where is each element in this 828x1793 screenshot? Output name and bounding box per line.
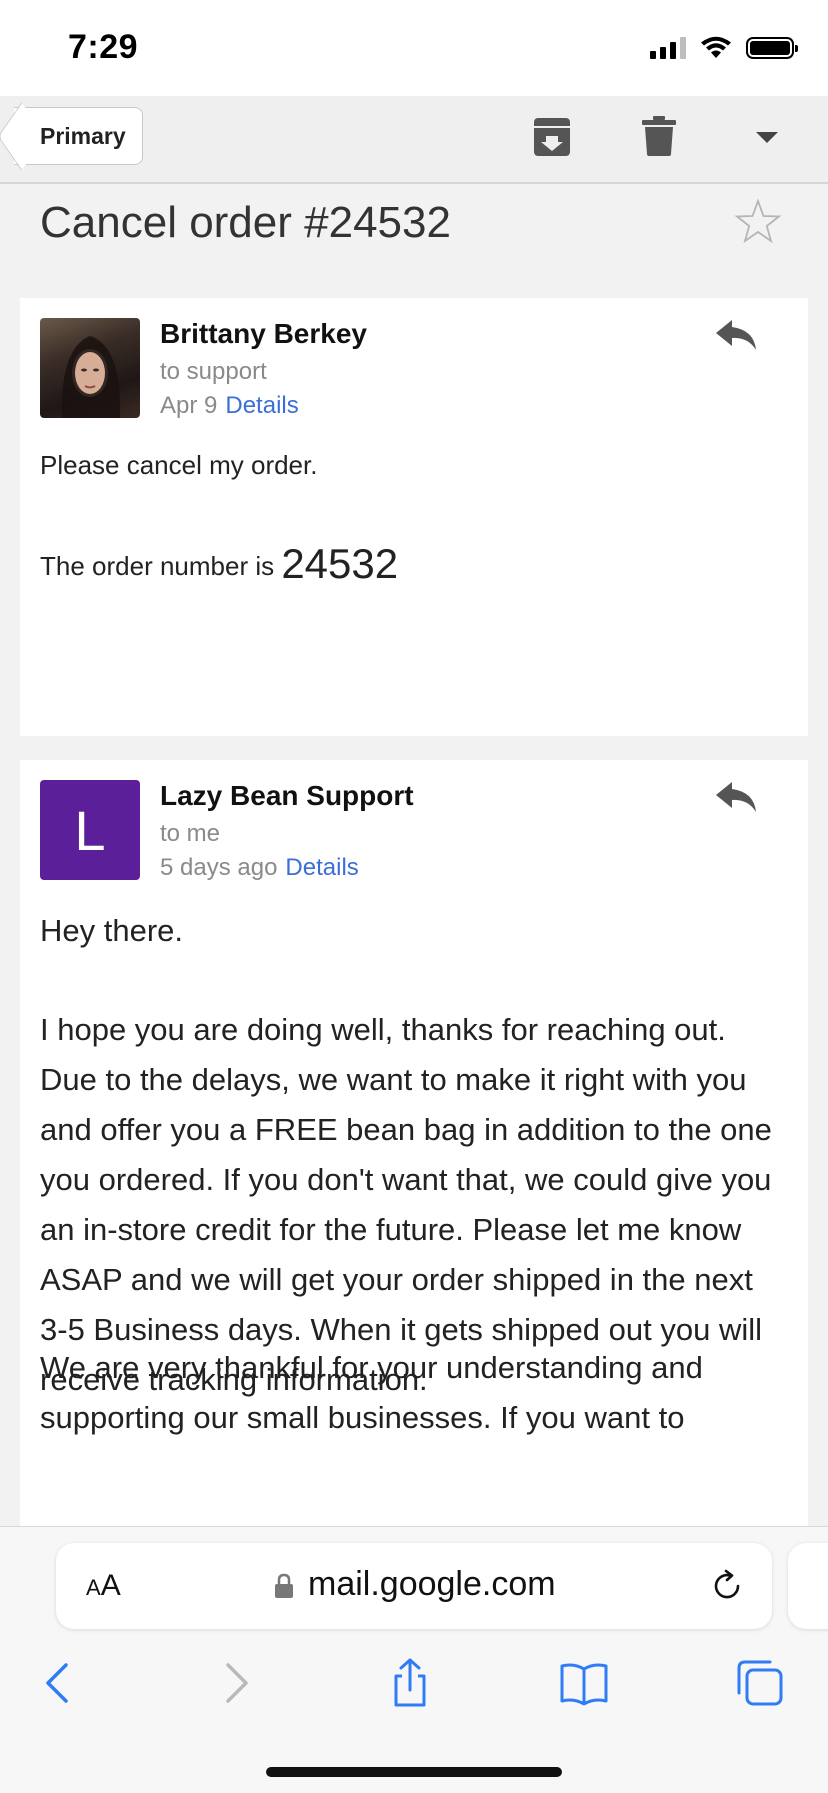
avatar-portrait-icon xyxy=(61,336,121,418)
tabs-icon[interactable] xyxy=(734,1657,786,1709)
message-date: Apr 9 xyxy=(160,392,218,419)
status-icons xyxy=(650,36,798,60)
order-number: 24532 xyxy=(281,540,399,587)
mail-toolbar: Primary xyxy=(0,96,828,184)
next-tab-preview[interactable] xyxy=(788,1543,828,1629)
more-options-dropdown-icon[interactable] xyxy=(756,132,778,143)
back-button-label: Primary xyxy=(40,122,126,149)
archive-icon[interactable] xyxy=(532,116,572,158)
message-date-row: 5 days ago Details xyxy=(160,854,359,882)
text-size-button[interactable]: AA xyxy=(86,1569,121,1603)
message-card: L Lazy Bean Support to me 5 days ago Deta… xyxy=(20,760,808,1540)
back-to-primary-button[interactable]: Primary xyxy=(14,107,143,165)
message-card: Brittany Berkey to support Apr 9 Details … xyxy=(20,298,808,736)
share-icon[interactable] xyxy=(384,1657,436,1709)
sender-avatar-letter: L xyxy=(40,780,140,880)
lock-icon xyxy=(275,1573,293,1598)
message-greeting: Hey there. xyxy=(40,913,184,948)
message-body-order-line: The order number is 24532 xyxy=(40,536,782,593)
status-time: 7:29 xyxy=(68,28,139,66)
message-body-line: Please cancel my order. xyxy=(40,450,318,480)
message-date: 5 days ago xyxy=(160,854,278,881)
cellular-signal-icon xyxy=(650,37,686,59)
wifi-icon xyxy=(701,36,731,58)
status-bar: 7:29 xyxy=(0,0,828,96)
order-number-prefix: The order number is xyxy=(40,551,282,581)
battery-icon xyxy=(746,37,798,59)
email-subject: Cancel order #24532 xyxy=(40,198,451,247)
recipient-line: to support xyxy=(160,358,267,385)
browser-bottom-bar: AA mail.google.com xyxy=(0,1526,828,1793)
reload-icon[interactable] xyxy=(710,1569,744,1603)
forward-arrow-icon[interactable] xyxy=(210,1657,262,1709)
reply-icon[interactable] xyxy=(714,316,758,356)
message-date-row: Apr 9 Details xyxy=(160,392,299,420)
sender-name: Brittany Berkey xyxy=(160,318,367,349)
reply-icon[interactable] xyxy=(714,778,758,818)
url-text: mail.google.com xyxy=(308,1565,556,1603)
trash-icon[interactable] xyxy=(642,116,676,156)
home-indicator xyxy=(266,1767,562,1777)
details-link[interactable]: Details xyxy=(225,392,298,419)
details-link[interactable]: Details xyxy=(285,854,358,881)
sender-avatar-photo xyxy=(40,318,140,418)
bookmarks-icon[interactable] xyxy=(558,1657,610,1709)
address-bar[interactable]: AA mail.google.com xyxy=(56,1543,772,1629)
recipient-line: to me xyxy=(160,820,221,847)
back-arrow-icon[interactable] xyxy=(32,1657,84,1709)
sender-name: Lazy Bean Support xyxy=(160,780,414,811)
message-paragraph: We are very thankful for your understand… xyxy=(40,1350,703,1435)
star-icon[interactable] xyxy=(734,198,782,246)
